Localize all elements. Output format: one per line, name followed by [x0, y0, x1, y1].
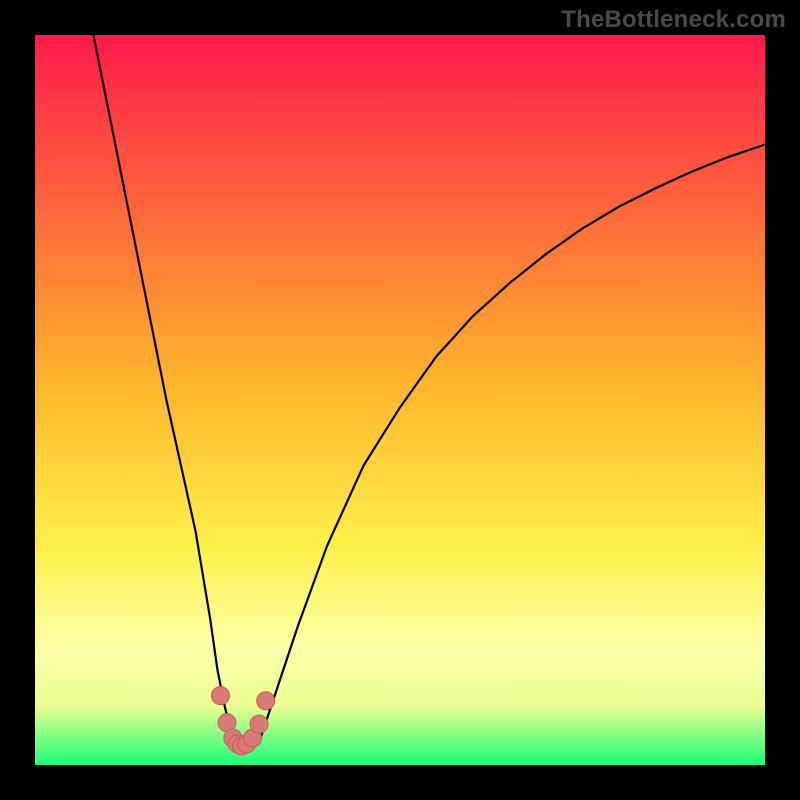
marker-dot	[250, 715, 268, 733]
watermark-text: TheBottleneck.com	[561, 6, 786, 34]
marker-dot	[257, 692, 275, 710]
gradient-bg	[35, 35, 765, 765]
plot-area	[35, 35, 765, 765]
plot-svg	[35, 35, 765, 765]
chart-frame: TheBottleneck.com	[0, 0, 800, 800]
marker-dot	[211, 687, 229, 705]
